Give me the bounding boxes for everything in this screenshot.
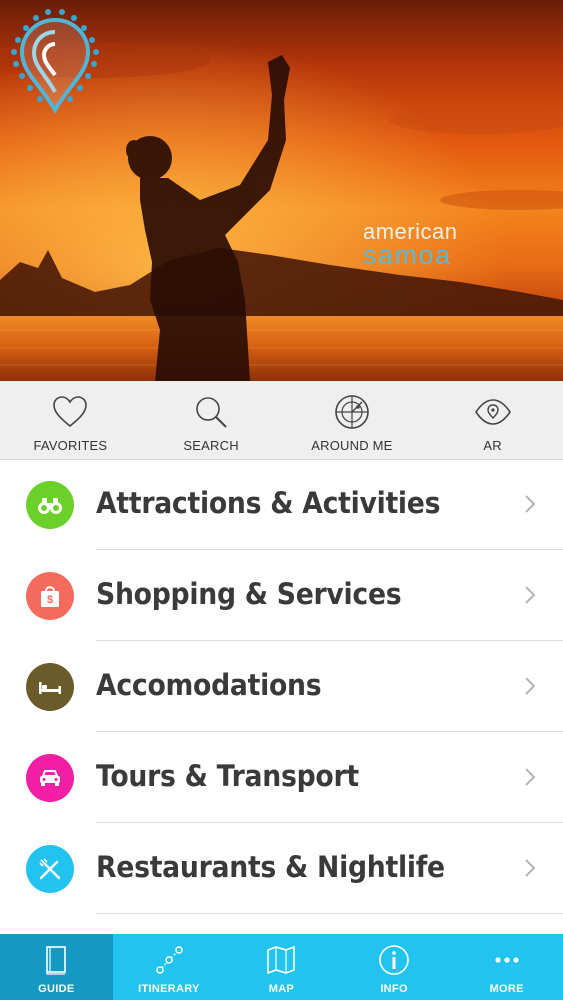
tab-info[interactable]: INFO	[338, 934, 451, 1000]
map-icon	[267, 945, 296, 975]
car-icon	[26, 754, 74, 802]
route-icon	[156, 946, 183, 974]
shopping-bag-icon: $	[26, 572, 74, 620]
ar-label: AR	[483, 438, 502, 453]
category-label: Attractions & Activities	[96, 486, 441, 520]
radar-icon	[335, 395, 369, 429]
chevron-right-icon	[525, 677, 536, 695]
chevron-right-icon	[525, 495, 536, 513]
tab-more[interactable]: MORE	[450, 934, 563, 1000]
american-samoa-logo	[11, 9, 99, 115]
category-list: Attractions & Activities $ Shopping & Se…	[0, 459, 563, 914]
quick-action-bar: FAVORITES SEARCH AROUND ME AR	[0, 381, 563, 460]
favorites-button[interactable]: FAVORITES	[0, 381, 141, 459]
tab-label: MAP	[268, 983, 295, 995]
more-icon	[495, 957, 519, 963]
category-tours[interactable]: Tours & Transport	[0, 732, 563, 823]
bottom-tab-bar: GUIDE ITINERARY MAP INFO MORE	[0, 934, 563, 1000]
info-icon	[379, 945, 409, 975]
logo-text-samoa: samoa	[363, 240, 452, 270]
binoculars-icon	[26, 481, 74, 529]
tab-guide[interactable]: GUIDE	[0, 934, 113, 1000]
category-restaurants[interactable]: Restaurants & Nightlife	[0, 823, 563, 914]
tab-itinerary[interactable]: ITINERARY	[113, 934, 226, 1000]
category-label: Restaurants & Nightlife	[96, 850, 445, 884]
category-accomodations[interactable]: Accomodations	[0, 641, 563, 732]
divider	[96, 913, 563, 914]
svg-text:$: $	[47, 594, 53, 606]
category-attractions[interactable]: Attractions & Activities	[0, 459, 563, 550]
hero-banner: american samoa	[0, 0, 563, 381]
tab-label: ITINERARY	[138, 983, 200, 995]
bed-icon	[26, 663, 74, 711]
tab-map[interactable]: MAP	[225, 934, 338, 1000]
category-shopping[interactable]: $ Shopping & Services	[0, 550, 563, 641]
category-label: Accomodations	[96, 668, 322, 702]
utensils-icon	[26, 845, 74, 893]
around-me-label: AROUND ME	[311, 438, 393, 453]
book-icon	[46, 946, 67, 975]
search-label: SEARCH	[183, 438, 239, 453]
chevron-right-icon	[525, 859, 536, 877]
ar-button[interactable]: AR	[422, 381, 563, 459]
tab-label: MORE	[489, 983, 524, 995]
favorites-label: FAVORITES	[33, 438, 108, 453]
tab-label: INFO	[380, 983, 408, 995]
around-me-button[interactable]: AROUND ME	[282, 381, 423, 459]
chevron-right-icon	[525, 586, 536, 604]
eye-icon	[474, 399, 511, 425]
category-label: Tours & Transport	[96, 759, 359, 793]
heart-icon	[53, 396, 88, 428]
tab-label: GUIDE	[38, 983, 75, 995]
search-button[interactable]: SEARCH	[141, 381, 282, 459]
chevron-right-icon	[525, 768, 536, 786]
search-icon	[196, 397, 227, 428]
category-label: Shopping & Services	[96, 577, 402, 611]
